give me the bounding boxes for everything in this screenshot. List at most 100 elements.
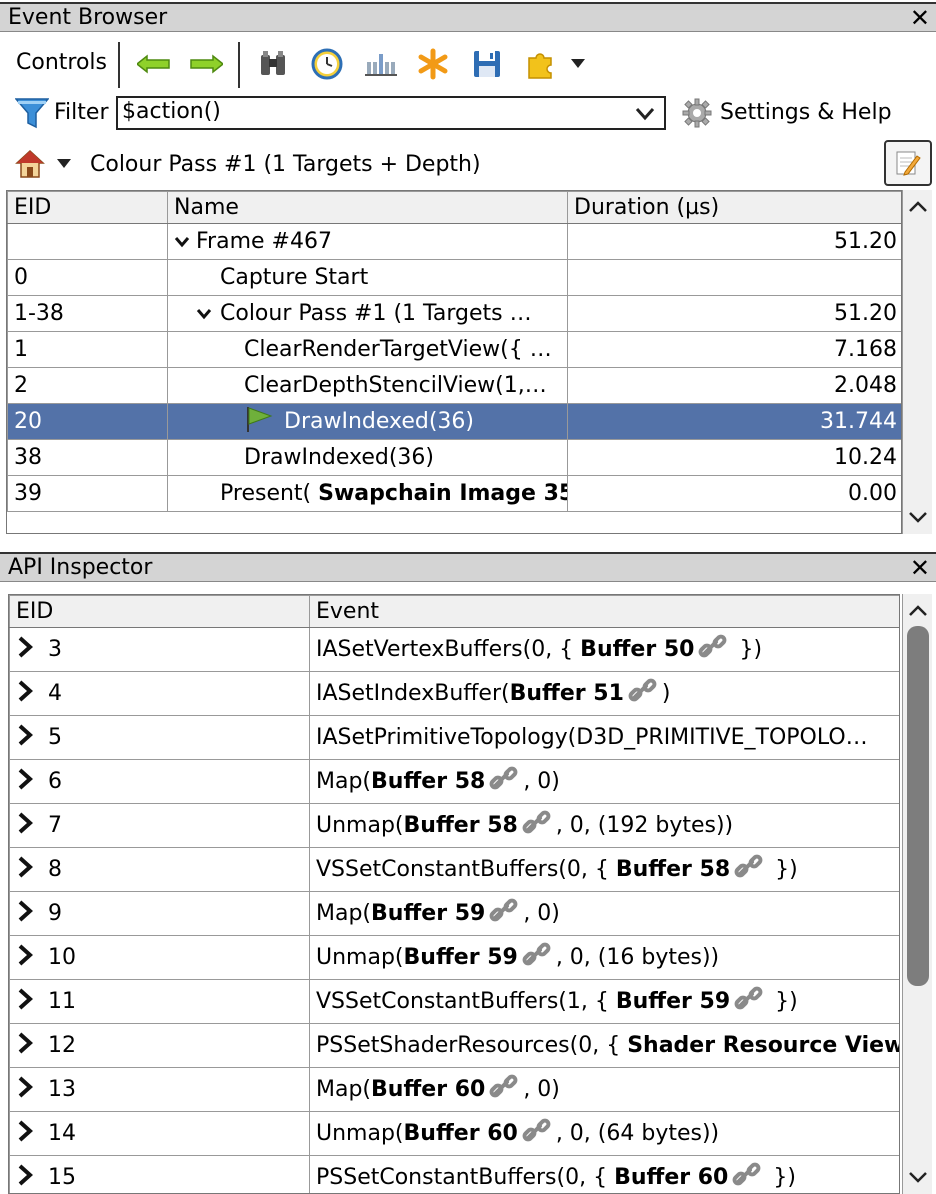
table-row[interactable]: 38 DrawIndexed(36) 10.24	[7, 439, 901, 476]
link-icon[interactable]	[522, 1118, 552, 1150]
resource-link[interactable]: Buffer 58	[371, 769, 485, 794]
link-icon[interactable]	[732, 1162, 762, 1194]
chevron-right-icon[interactable]	[16, 988, 48, 1016]
scroll-down-icon[interactable]	[903, 1162, 933, 1192]
table-row[interactable]: 0 Capture Start	[7, 259, 901, 296]
table-row[interactable]: 4 IASetIndexBuffer(Buffer 51)	[9, 671, 899, 716]
chevron-right-icon[interactable]	[16, 944, 48, 972]
chevron-down-icon[interactable]	[174, 229, 196, 254]
chevron-down-icon[interactable]	[634, 102, 656, 132]
link-icon[interactable]	[489, 898, 519, 930]
event-call-suffix: , 0)	[523, 900, 560, 926]
table-row[interactable]: 7 Unmap(Buffer 58 , 0, (192 bytes))	[9, 803, 899, 848]
chevron-down-icon[interactable]	[54, 154, 74, 174]
table-row[interactable]: 11 VSSetConstantBuffers(1, { Buffer 59 })	[9, 979, 899, 1024]
close-icon[interactable]: ✕	[910, 4, 930, 32]
resource-link[interactable]: Buffer 59	[371, 901, 485, 926]
filter-label: Filter	[54, 100, 109, 125]
row-event: VSSetConstantBuffers(1, { Buffer 59 })	[309, 979, 899, 1024]
settings-help-button[interactable]: Settings & Help	[720, 100, 892, 125]
column-header-event[interactable]: Event	[309, 595, 899, 628]
table-row-selected[interactable]: 20 DrawIndexed(36) 31.744	[7, 403, 901, 440]
arrow-right-icon[interactable]	[186, 50, 226, 78]
resource-link[interactable]: Buffer 59	[616, 989, 730, 1014]
table-row[interactable]: 13 Map(Buffer 60 , 0)	[9, 1067, 899, 1112]
resource-link[interactable]: Buffer 58	[404, 813, 518, 838]
asterisk-icon[interactable]	[414, 46, 452, 82]
table-row[interactable]: 1-38 Colour Pass #1 (1 Targets … 51.20	[7, 295, 901, 332]
column-header-name[interactable]: Name	[167, 191, 568, 224]
chevron-right-icon[interactable]	[16, 900, 48, 928]
timeline-icon[interactable]	[362, 46, 400, 82]
row-eid: 11	[9, 979, 310, 1024]
link-icon[interactable]	[734, 986, 764, 1018]
table-row[interactable]: 2 ClearDepthStencilView(1,… 2.048	[7, 367, 901, 404]
notepad-pencil-icon	[896, 151, 921, 176]
chevron-right-icon[interactable]	[16, 680, 48, 708]
link-icon[interactable]	[489, 766, 519, 798]
table-row[interactable]: 15 PSSetConstantBuffers(0, { Buffer 60 })	[9, 1155, 899, 1194]
home-icon[interactable]	[14, 148, 46, 180]
link-icon[interactable]	[734, 854, 764, 886]
breadcrumb[interactable]: Colour Pass #1 (1 Targets + Depth)	[90, 152, 481, 177]
table-row[interactable]: 6 Map(Buffer 58 , 0)	[9, 759, 899, 804]
chevron-right-icon[interactable]	[16, 1120, 48, 1148]
chevron-down-icon[interactable]	[566, 52, 590, 76]
link-icon[interactable]	[628, 678, 658, 710]
resource-link[interactable]: Buffer 51	[510, 681, 624, 706]
chevron-right-icon[interactable]	[16, 856, 48, 884]
link-icon[interactable]	[522, 810, 552, 842]
chevron-right-icon[interactable]	[16, 768, 48, 796]
resource-link[interactable]: Buffer 59	[404, 945, 518, 970]
link-icon[interactable]	[698, 634, 728, 666]
scroll-up-icon[interactable]	[903, 192, 933, 222]
table-row[interactable]: 3 IASetVertexBuffers(0, { Buffer 50 })	[9, 627, 899, 672]
chevron-right-icon[interactable]	[16, 636, 48, 664]
scrollbar-thumb[interactable]	[907, 626, 929, 986]
table-row[interactable]: 9 Map(Buffer 59 , 0)	[9, 891, 899, 936]
table-row[interactable]: 1 ClearRenderTargetView({ … 7.168	[7, 331, 901, 368]
row-eid: 10	[9, 935, 310, 980]
column-header-eid[interactable]: EID	[9, 595, 310, 628]
binoculars-icon[interactable]	[254, 46, 292, 82]
resource-link[interactable]: Buffer 60	[371, 1077, 485, 1102]
table-row[interactable]: 10 Unmap(Buffer 59 , 0, (16 bytes))	[9, 935, 899, 980]
chevron-right-icon[interactable]	[16, 724, 48, 752]
clock-icon[interactable]	[308, 46, 346, 82]
scroll-down-icon[interactable]	[903, 502, 933, 532]
link-icon[interactable]	[489, 1074, 519, 1106]
resource-link[interactable]: Buffer 60	[404, 1121, 518, 1146]
event-browser-scrollbar[interactable]	[902, 190, 932, 534]
table-row[interactable]: 5 IASetPrimitiveTopology(D3D_PRIMITIVE_TO…	[9, 715, 899, 760]
chevron-right-icon[interactable]	[16, 1164, 48, 1192]
table-row[interactable]: 39 Present( Swapchain Image 35 0.00	[7, 475, 901, 512]
column-header-eid[interactable]: EID	[7, 191, 168, 224]
column-header-duration[interactable]: Duration (µs)	[567, 191, 901, 224]
resource-link[interactable]: Buffer 50	[580, 637, 694, 662]
close-icon[interactable]: ✕	[910, 554, 930, 582]
table-row[interactable]: 12 PSSetShaderResources(0, { Shader Resou…	[9, 1023, 899, 1068]
table-row[interactable]: 14 Unmap(Buffer 60 , 0, (64 bytes))	[9, 1111, 899, 1156]
chevron-right-icon[interactable]	[16, 1076, 48, 1104]
table-row[interactable]: 8 VSSetConstantBuffers(0, { Buffer 58 })	[9, 847, 899, 892]
api-inspector-scrollbar[interactable]	[902, 594, 932, 1194]
edit-bookmark-button[interactable]	[884, 140, 932, 186]
swapchain-link[interactable]: Swapchain Image 35	[318, 481, 566, 506]
puzzle-icon[interactable]	[522, 46, 560, 82]
row-eid: 20	[7, 403, 168, 440]
table-row[interactable]: Frame #467 51.20	[7, 223, 901, 260]
resource-link[interactable]: Shader Resource View	[627, 1033, 899, 1058]
gear-icon[interactable]	[680, 96, 714, 130]
filter-input[interactable]: $action()	[116, 96, 666, 130]
scroll-up-icon[interactable]	[903, 596, 933, 626]
arrow-left-icon[interactable]	[134, 50, 174, 78]
event-call-suffix: })	[766, 1164, 796, 1190]
chevron-right-icon[interactable]	[16, 812, 48, 840]
resource-link[interactable]: Buffer 60	[614, 1165, 728, 1190]
chevron-right-icon[interactable]	[16, 1032, 48, 1060]
filter-icon[interactable]	[14, 96, 50, 130]
resource-link[interactable]: Buffer 58	[616, 857, 730, 882]
save-icon[interactable]	[468, 46, 506, 82]
chevron-down-icon[interactable]	[196, 301, 220, 326]
link-icon[interactable]	[522, 942, 552, 974]
